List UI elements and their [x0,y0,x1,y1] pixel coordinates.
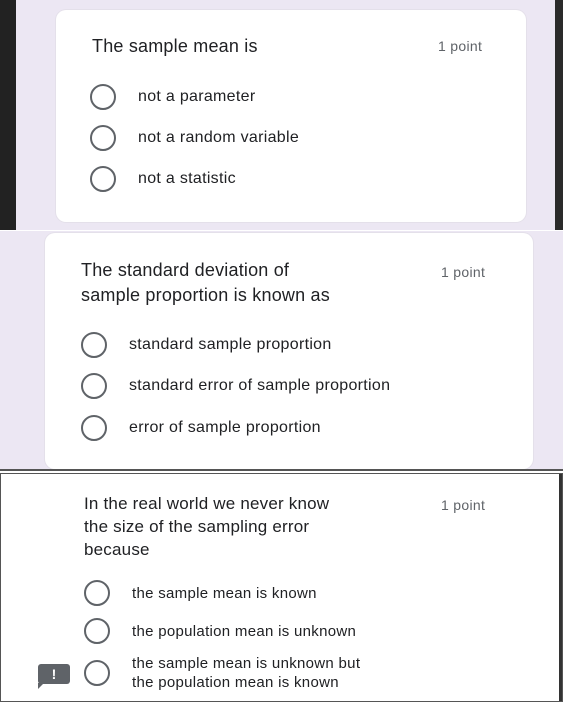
option-label: the sample mean is unknown but the popul… [132,654,360,692]
radio-button[interactable] [81,415,107,441]
question-title-line: because [84,540,150,559]
option-the-sample-mean-is-unknown-but[interactable]: the sample mean is unknown but the popul… [84,654,360,692]
question-title: The sample mean is [92,36,258,56]
radio-button[interactable] [81,332,107,358]
question-title: In the real world we never know the size… [84,492,329,561]
option-the-population-mean-is-unknown[interactable]: the population mean is unknown [84,618,356,644]
option-standard-error-of-sample-proportion[interactable]: standard error of sample proportion [81,373,390,399]
radio-button[interactable] [84,618,110,644]
option-not-a-parameter[interactable]: not a parameter [90,84,255,110]
screen-edge [559,474,562,701]
radio-button[interactable] [90,125,116,151]
question-panel-3: In the real world we never know the size… [0,473,563,702]
question-title-line: sample proportion is known as [81,285,330,305]
question-panel-2: The standard deviation of sample proport… [0,231,563,469]
option-label: not a random variable [138,129,300,146]
option-label: the sample mean is known [132,584,317,602]
points-label: 1 point [441,264,486,280]
option-label: not a parameter [138,88,256,105]
option-error-of-sample-proportion[interactable]: error of sample proportion [81,415,321,441]
option-label: the population mean is unknown [132,622,357,640]
question-card-1: The sample mean is 1 point not a paramet… [56,10,526,222]
question-card-3: In the real world we never know the size… [57,474,555,701]
section-divider [0,469,563,471]
option-standard-sample-proportion[interactable]: standard sample proportion [81,332,332,358]
question-title-line: the size of the sampling error [84,517,310,536]
points-label: 1 point [441,497,486,513]
radio-button[interactable] [84,580,110,606]
option-label: error of sample proportion [129,419,321,436]
option-not-a-random-variable[interactable]: not a random variable [90,125,299,151]
question-title: The standard deviation of sample proport… [81,258,330,308]
question-card-2: The standard deviation of sample proport… [45,233,533,469]
radio-button[interactable] [90,84,116,110]
option-the-sample-mean-is-known[interactable]: the sample mean is known [84,580,317,606]
option-not-a-statistic[interactable]: not a statistic [90,166,236,192]
question-title-line: In the real world we never know [84,494,330,513]
screen-edge [555,0,563,230]
option-label-line: the sample mean is unknown but [132,655,361,672]
radio-button[interactable] [81,373,107,399]
feedback-icon[interactable]: ! [38,664,70,689]
option-label: not a statistic [138,170,236,187]
radio-button[interactable] [84,660,110,686]
screen-edge [0,0,16,230]
question-panel-1: The sample mean is 1 point not a paramet… [0,0,563,230]
question-title-line: The standard deviation of [81,260,290,280]
option-label: standard sample proportion [129,336,332,353]
points-label: 1 point [438,38,483,54]
radio-button[interactable] [90,166,116,192]
option-label-line: the population mean is known [132,674,339,691]
option-label: standard error of sample proportion [129,377,391,394]
